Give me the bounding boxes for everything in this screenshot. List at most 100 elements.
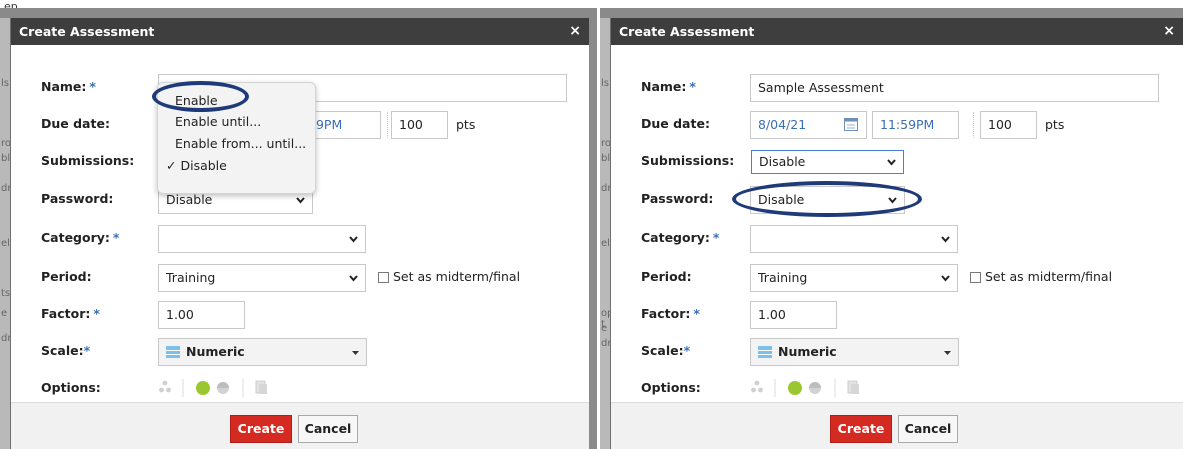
green-circle-icon[interactable] bbox=[788, 381, 802, 395]
chevron-down-icon bbox=[941, 275, 950, 282]
due-time-input[interactable]: 11:59PM bbox=[872, 111, 959, 139]
scale-select-value: Numeric bbox=[186, 344, 245, 359]
name-row: Name: * Sample Assessment bbox=[611, 72, 1183, 102]
dots-icon[interactable] bbox=[159, 380, 171, 393]
category-select[interactable] bbox=[158, 225, 366, 253]
points-input[interactable]: 100 bbox=[391, 111, 448, 139]
factor-input[interactable]: 1.00 bbox=[750, 301, 837, 329]
pts-label: pts bbox=[1045, 117, 1065, 132]
midterm-checkbox-label[interactable]: Set as midterm/final bbox=[378, 269, 520, 284]
midterm-checkbox[interactable] bbox=[970, 272, 981, 283]
field-divider bbox=[973, 112, 974, 138]
green-circle-icon[interactable] bbox=[196, 381, 210, 395]
category-row: Category: * bbox=[611, 223, 1183, 253]
create-button[interactable]: Create bbox=[230, 415, 292, 443]
calendar-icon[interactable] bbox=[844, 118, 858, 131]
midterm-checkbox-label[interactable]: Set as midterm/final bbox=[970, 269, 1112, 284]
category-select[interactable] bbox=[750, 225, 958, 253]
factor-row: Factor: * 1.00 bbox=[611, 299, 1183, 329]
cancel-button[interactable]: Cancel bbox=[298, 415, 358, 443]
submissions-row: Submissions: Disable bbox=[611, 146, 1183, 176]
numeric-scale-icon bbox=[758, 346, 772, 358]
options-row: Options: bbox=[11, 373, 589, 403]
password-label: Password: bbox=[641, 191, 714, 206]
numeric-scale-icon bbox=[166, 346, 180, 358]
midterm-checkbox[interactable] bbox=[378, 272, 389, 283]
dialog-titlebar: Create Assessment × bbox=[611, 18, 1183, 45]
submissions-label: Submissions: bbox=[641, 153, 735, 168]
scale-label: Scale:* bbox=[641, 343, 691, 358]
background-page-edge: ls ro bl dr el ts e dr bbox=[0, 18, 10, 449]
dialog-footer: Create Cancel bbox=[11, 402, 589, 449]
submissions-dropdown-menu: Enable Enable until... Enable from... un… bbox=[157, 82, 316, 194]
options-label: Options: bbox=[641, 380, 701, 395]
password-select-value: Disable bbox=[166, 192, 213, 207]
factor-input[interactable]: 1.00 bbox=[158, 301, 245, 329]
period-select-value: Training bbox=[758, 270, 808, 285]
dropdown-option-enable-from-until[interactable]: Enable from... until... bbox=[175, 134, 306, 154]
password-row: Password: Disable bbox=[611, 184, 1183, 214]
scale-row: Scale:* Numeric bbox=[11, 336, 589, 366]
factor-row: Factor: * 1.00 bbox=[11, 299, 589, 329]
pts-label: pts bbox=[456, 117, 476, 132]
dots-icon[interactable] bbox=[751, 380, 763, 393]
field-divider bbox=[387, 112, 388, 138]
cancel-button[interactable]: Cancel bbox=[898, 415, 958, 443]
period-label: Period: bbox=[641, 269, 692, 284]
right-screenshot-panel: ls ro bl dr el op t e dr Create Assessme… bbox=[600, 8, 1183, 449]
options-icons bbox=[159, 379, 267, 397]
dialog-footer: Create Cancel bbox=[611, 402, 1183, 449]
chevron-down-icon bbox=[887, 159, 896, 166]
scale-select[interactable]: Numeric bbox=[750, 338, 959, 366]
scale-select[interactable]: Numeric bbox=[158, 338, 367, 366]
scale-label: Scale:* bbox=[41, 343, 91, 358]
options-label: Options: bbox=[41, 380, 101, 395]
dialog-title: Create Assessment bbox=[619, 24, 755, 39]
dropdown-option-enable-until[interactable]: Enable until... bbox=[175, 112, 261, 132]
background-page-edge: ls ro bl dr el op t e dr bbox=[600, 18, 610, 449]
name-input[interactable]: Sample Assessment bbox=[750, 74, 1159, 102]
gray-circle-icon[interactable] bbox=[809, 382, 821, 394]
category-label: Category: * bbox=[41, 230, 120, 245]
gray-circle-icon[interactable] bbox=[217, 382, 229, 394]
category-label: Category: * bbox=[641, 230, 720, 245]
chevron-down-icon bbox=[888, 197, 897, 204]
options-icons bbox=[751, 379, 859, 397]
password-label: Password: bbox=[41, 191, 114, 206]
dialog-title: Create Assessment bbox=[19, 24, 155, 39]
options-row: Options: bbox=[611, 373, 1183, 403]
name-label: Name: * bbox=[41, 79, 96, 94]
clipboard-icon[interactable] bbox=[847, 380, 859, 394]
period-select[interactable]: Training bbox=[158, 264, 366, 292]
due-date-label: Due date: bbox=[41, 116, 110, 131]
due-date-row: Due date: 8/04/21 11:59PM 100 pts bbox=[611, 109, 1183, 139]
due-date-label: Due date: bbox=[641, 116, 710, 131]
name-label: Name: * bbox=[641, 79, 696, 94]
dropdown-option-disable[interactable]: ✓ Disable bbox=[166, 156, 227, 176]
points-input[interactable]: 100 bbox=[980, 111, 1037, 139]
dialog-titlebar: Create Assessment × bbox=[11, 18, 589, 45]
password-select[interactable]: Disable bbox=[750, 186, 905, 214]
due-date-input[interactable]: 8/04/21 bbox=[750, 111, 867, 139]
chevron-down-icon bbox=[349, 275, 358, 282]
period-label: Period: bbox=[41, 269, 92, 284]
close-icon[interactable]: × bbox=[1163, 18, 1175, 45]
close-icon[interactable]: × bbox=[569, 18, 581, 45]
create-button[interactable]: Create bbox=[830, 415, 892, 443]
period-select[interactable]: Training bbox=[750, 264, 958, 292]
clipboard-icon[interactable] bbox=[255, 380, 267, 394]
chevron-down-icon bbox=[349, 236, 358, 243]
checkmark-icon: ✓ bbox=[166, 158, 177, 173]
period-row: Period: Training Set as midterm/final bbox=[611, 262, 1183, 292]
create-assessment-dialog: Create Assessment × Name: * Due date: 59P… bbox=[10, 18, 589, 449]
submissions-select-value: Disable bbox=[759, 154, 806, 169]
caret-down-icon bbox=[352, 351, 359, 355]
due-date-value: 8/04/21 bbox=[758, 117, 807, 132]
dropdown-option-enable[interactable]: Enable bbox=[175, 91, 218, 111]
chevron-down-icon bbox=[941, 236, 950, 243]
caret-down-icon bbox=[944, 351, 951, 355]
factor-label: Factor: * bbox=[41, 306, 100, 321]
submissions-label: Submissions: bbox=[41, 153, 135, 168]
category-row: Category: * bbox=[11, 223, 589, 253]
submissions-select[interactable]: Disable bbox=[751, 150, 904, 174]
